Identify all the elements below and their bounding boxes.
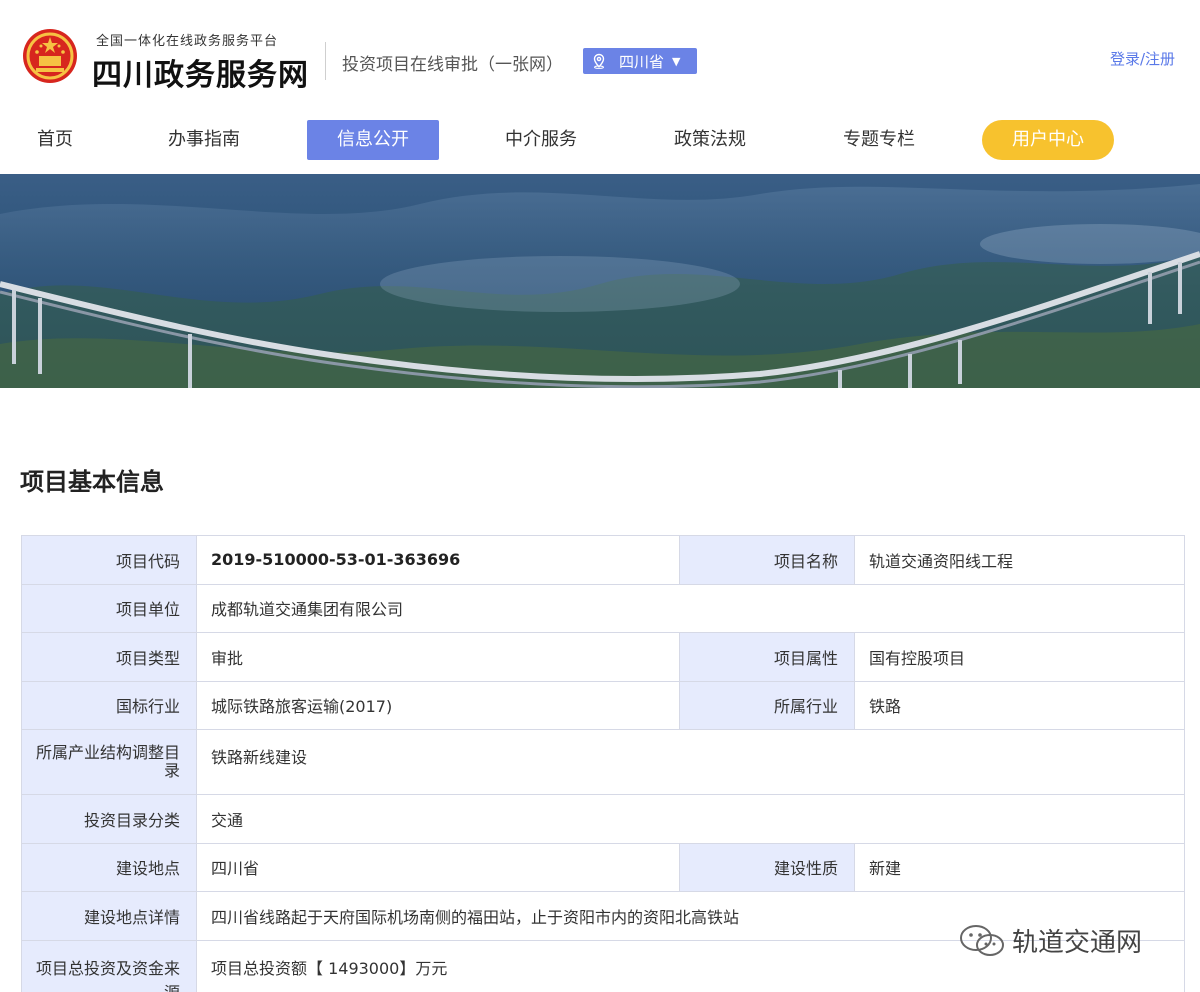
investment-category-label: 投资目录分类 [21, 794, 197, 844]
attribute-label: 项目属性 [679, 632, 855, 682]
type-value: 审批 [196, 632, 680, 682]
construction-nature-label: 建设性质 [679, 842, 855, 892]
table-row: 所属产业结构调整目录 铁路新线建设 [21, 729, 1185, 795]
unit-label: 项目单位 [21, 583, 197, 633]
national-industry-value: 城际铁路旅客运输(2017) [196, 680, 680, 730]
national-emblem-icon[interactable] [22, 28, 78, 84]
industry-value: 铁路 [854, 680, 1185, 730]
project-name-value: 轨道交通资阳线工程 [854, 535, 1185, 585]
national-industry-label: 国标行业 [21, 680, 197, 730]
header-divider [325, 42, 326, 80]
structure-catalog-value: 铁路新线建设 [196, 729, 1185, 795]
construction-nature-value: 新建 [854, 842, 1185, 892]
table-row: 国标行业 城际铁路旅客运输(2017) 所属行业 铁路 [21, 680, 1185, 730]
nav-item-guide[interactable]: 办事指南 [150, 120, 258, 160]
location-detail-label: 建设地点详情 [21, 891, 197, 941]
table-row: 投资目录分类 交通 [21, 794, 1185, 844]
table-row: 项目单位 成都轨道交通集团有限公司 [21, 583, 1185, 633]
site-title[interactable]: 四川政务服务网 [92, 50, 309, 94]
structure-catalog-label: 所属产业结构调整目录 [21, 729, 197, 795]
industry-label: 所属行业 [679, 680, 855, 730]
investment-category-value: 交通 [196, 794, 1185, 844]
table-row: 项目代码 2019-510000-53-01-363696 项目名称 轨道交通资… [21, 535, 1185, 585]
region-label: 四川省 [619, 52, 665, 71]
nav-item-info-disclosure[interactable]: 信息公开 [307, 120, 439, 160]
main-nav: 首页 办事指南 信息公开 中介服务 政策法规 专题专栏 用户中心 [0, 120, 1200, 162]
watermark: 轨道交通网 [958, 922, 1142, 959]
nav-item-user-center[interactable]: 用户中心 [982, 120, 1114, 160]
location-pin-icon [593, 53, 605, 69]
table-row: 项目类型 审批 项目属性 国有控股项目 [21, 632, 1185, 682]
nav-item-intermediary[interactable]: 中介服务 [487, 120, 595, 160]
type-label: 项目类型 [21, 632, 197, 682]
project-code-value: 2019-510000-53-01-363696 [196, 535, 680, 585]
banner-landscape [0, 184, 1200, 388]
location-value: 四川省 [196, 842, 680, 892]
project-code-label: 项目代码 [21, 535, 197, 585]
banner-image [0, 174, 1200, 388]
total-investment-label: 项目总投资及资金来源 [21, 939, 197, 992]
watermark-text: 轨道交通网 [1012, 928, 1143, 958]
table-row: 建设地点 四川省 建设性质 新建 [21, 842, 1185, 892]
nav-item-home[interactable]: 首页 [22, 120, 88, 160]
region-select[interactable]: 四川省 ▼ [583, 48, 697, 74]
portal-name: 投资项目在线审批（一张网） [342, 55, 563, 75]
login-register-link[interactable]: 登录/注册 [1110, 48, 1175, 69]
section-title: 项目基本信息 [20, 468, 164, 496]
platform-subtitle: 全国一体化在线政务服务平台 [96, 34, 279, 49]
nav-item-topics[interactable]: 专题专栏 [825, 120, 933, 160]
nav-item-policy[interactable]: 政策法规 [656, 120, 764, 160]
caret-down-icon: ▼ [672, 54, 681, 68]
location-label: 建设地点 [21, 842, 197, 892]
project-name-label: 项目名称 [679, 535, 855, 585]
site-header: 全国一体化在线政务服务平台 四川政务服务网 投资项目在线审批（一张网） 四川省 … [0, 0, 1200, 110]
attribute-value: 国有控股项目 [854, 632, 1185, 682]
unit-value: 成都轨道交通集团有限公司 [196, 583, 1185, 633]
wechat-icon [960, 924, 1004, 956]
